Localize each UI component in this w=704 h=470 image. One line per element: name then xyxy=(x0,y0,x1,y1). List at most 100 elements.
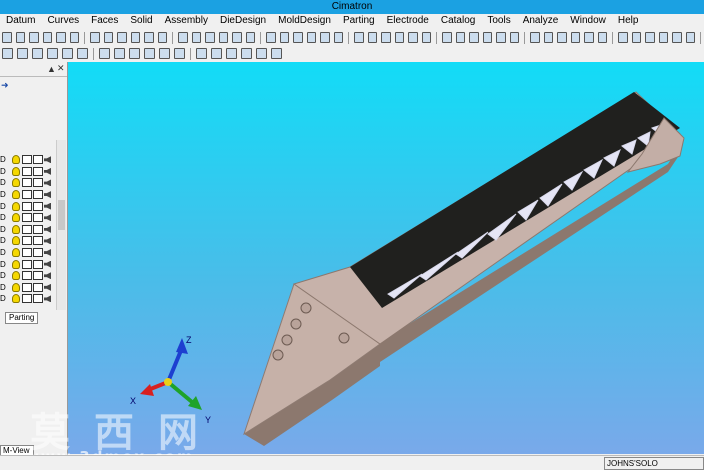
lightbulb-icon[interactable] xyxy=(12,236,20,246)
toolbar-button[interactable] xyxy=(530,32,540,43)
tree-row[interactable]: D xyxy=(0,200,51,212)
lightbulb-icon[interactable] xyxy=(12,190,20,200)
toolbar-button[interactable] xyxy=(2,48,13,59)
speaker-icon[interactable] xyxy=(44,237,51,245)
speaker-icon[interactable] xyxy=(44,272,51,280)
speaker-icon[interactable] xyxy=(44,191,51,199)
speaker-icon[interactable] xyxy=(44,260,51,268)
toolbar-button[interactable] xyxy=(232,32,242,43)
tree-row[interactable]: D xyxy=(0,282,51,294)
display-icon[interactable] xyxy=(22,248,32,258)
menu-assembly[interactable]: Assembly xyxy=(159,14,214,28)
toolbar-button[interactable] xyxy=(618,32,628,43)
toolbar-button[interactable] xyxy=(543,32,554,43)
display-icon[interactable] xyxy=(33,213,43,223)
display-icon[interactable] xyxy=(22,166,32,176)
toolbar-button[interactable] xyxy=(408,32,418,43)
toolbar-button[interactable] xyxy=(455,32,466,43)
menu-solid[interactable]: Solid xyxy=(124,14,158,28)
toolbar-button[interactable] xyxy=(103,32,114,43)
toolbar-button[interactable] xyxy=(279,32,290,43)
tree-row[interactable]: D xyxy=(0,293,51,305)
display-icon[interactable] xyxy=(33,282,43,292)
toolbar-button[interactable] xyxy=(631,32,642,43)
menu-molddesign[interactable]: MoldDesign xyxy=(272,14,337,28)
toolbar-button[interactable] xyxy=(482,32,493,43)
tree-row[interactable]: D xyxy=(0,189,51,201)
toolbar-button[interactable] xyxy=(354,32,364,43)
toolbar-button[interactable] xyxy=(159,48,170,59)
lightbulb-icon[interactable] xyxy=(12,259,20,269)
toolbar-button[interactable] xyxy=(130,32,141,43)
toolbar-button[interactable] xyxy=(117,32,127,43)
toolbar-button[interactable] xyxy=(320,32,330,43)
menu-faces[interactable]: Faces xyxy=(85,14,124,28)
toolbar-button[interactable] xyxy=(570,32,581,43)
speaker-icon[interactable] xyxy=(44,214,51,222)
toolbar-button[interactable] xyxy=(381,32,391,43)
toolbar-button[interactable] xyxy=(90,32,100,43)
toolbar-button[interactable] xyxy=(191,32,202,43)
toolbar-button[interactable] xyxy=(114,48,125,59)
lightbulb-icon[interactable] xyxy=(12,224,20,234)
toolbar-button[interactable] xyxy=(266,32,276,43)
toolbar-button[interactable] xyxy=(645,32,655,43)
tree-row[interactable]: D xyxy=(0,270,51,282)
speaker-icon[interactable] xyxy=(44,283,51,291)
toolbar-button[interactable] xyxy=(245,32,256,43)
toolbar-button[interactable] xyxy=(421,32,432,43)
tab-parting[interactable]: Parting xyxy=(5,312,39,324)
toolbar-button[interactable] xyxy=(469,32,479,43)
toolbar-button[interactable] xyxy=(584,32,594,43)
toolbar-button[interactable] xyxy=(77,48,88,59)
toolbar-button[interactable] xyxy=(144,48,155,59)
toolbar-button[interactable] xyxy=(69,32,80,43)
menu-electrode[interactable]: Electrode xyxy=(381,14,435,28)
lightbulb-icon[interactable] xyxy=(12,248,20,258)
tree-row[interactable]: D xyxy=(0,154,51,166)
toolbar-button[interactable] xyxy=(144,32,154,43)
toolbar-button[interactable] xyxy=(271,48,282,59)
display-icon[interactable] xyxy=(33,259,43,269)
toolbar-button[interactable] xyxy=(557,32,567,43)
scroll-thumb[interactable] xyxy=(58,200,65,230)
tree-row[interactable]: D xyxy=(0,258,51,270)
toolbar-button[interactable] xyxy=(47,48,58,59)
toolbar-button[interactable] xyxy=(178,32,188,43)
toolbar-button[interactable] xyxy=(211,48,222,59)
toolbar-button[interactable] xyxy=(62,48,73,59)
display-icon[interactable] xyxy=(33,248,43,258)
tree-expand-icon[interactable]: ➜ xyxy=(1,80,9,90)
toolbar-button[interactable] xyxy=(597,32,608,43)
toolbar-button[interactable] xyxy=(129,48,140,59)
toolbar-button[interactable] xyxy=(442,32,452,43)
display-icon[interactable] xyxy=(22,271,32,281)
toolbar-button[interactable] xyxy=(306,32,317,43)
menu-catalog[interactable]: Catalog xyxy=(435,14,481,28)
display-icon[interactable] xyxy=(33,271,43,281)
lightbulb-icon[interactable] xyxy=(12,178,20,188)
speaker-icon[interactable] xyxy=(44,202,51,210)
tree-scrollbar[interactable] xyxy=(56,140,66,310)
toolbar-button[interactable] xyxy=(333,32,344,43)
toolbar-button[interactable] xyxy=(29,32,39,43)
display-icon[interactable] xyxy=(33,236,43,246)
menu-parting[interactable]: Parting xyxy=(337,14,381,28)
tree-row[interactable]: D xyxy=(0,177,51,189)
speaker-icon[interactable] xyxy=(44,179,51,187)
toolbar-button[interactable] xyxy=(99,48,110,59)
pin-icon[interactable]: ▲ xyxy=(47,64,56,74)
menu-datum[interactable]: Datum xyxy=(0,14,41,28)
toolbar-button[interactable] xyxy=(42,32,53,43)
toolbar-button[interactable] xyxy=(672,32,682,43)
toolbar-button[interactable] xyxy=(685,32,696,43)
toolbar-button[interactable] xyxy=(367,32,378,43)
tree-row[interactable]: D xyxy=(0,212,51,224)
lightbulb-icon[interactable] xyxy=(12,282,20,292)
lightbulb-icon[interactable] xyxy=(12,155,20,165)
tree-row[interactable]: D xyxy=(0,247,51,259)
toolbar-button[interactable] xyxy=(2,32,12,43)
toolbar-button[interactable] xyxy=(15,32,26,43)
toolbar-button[interactable] xyxy=(394,32,405,43)
toolbar-button[interactable] xyxy=(256,48,267,59)
